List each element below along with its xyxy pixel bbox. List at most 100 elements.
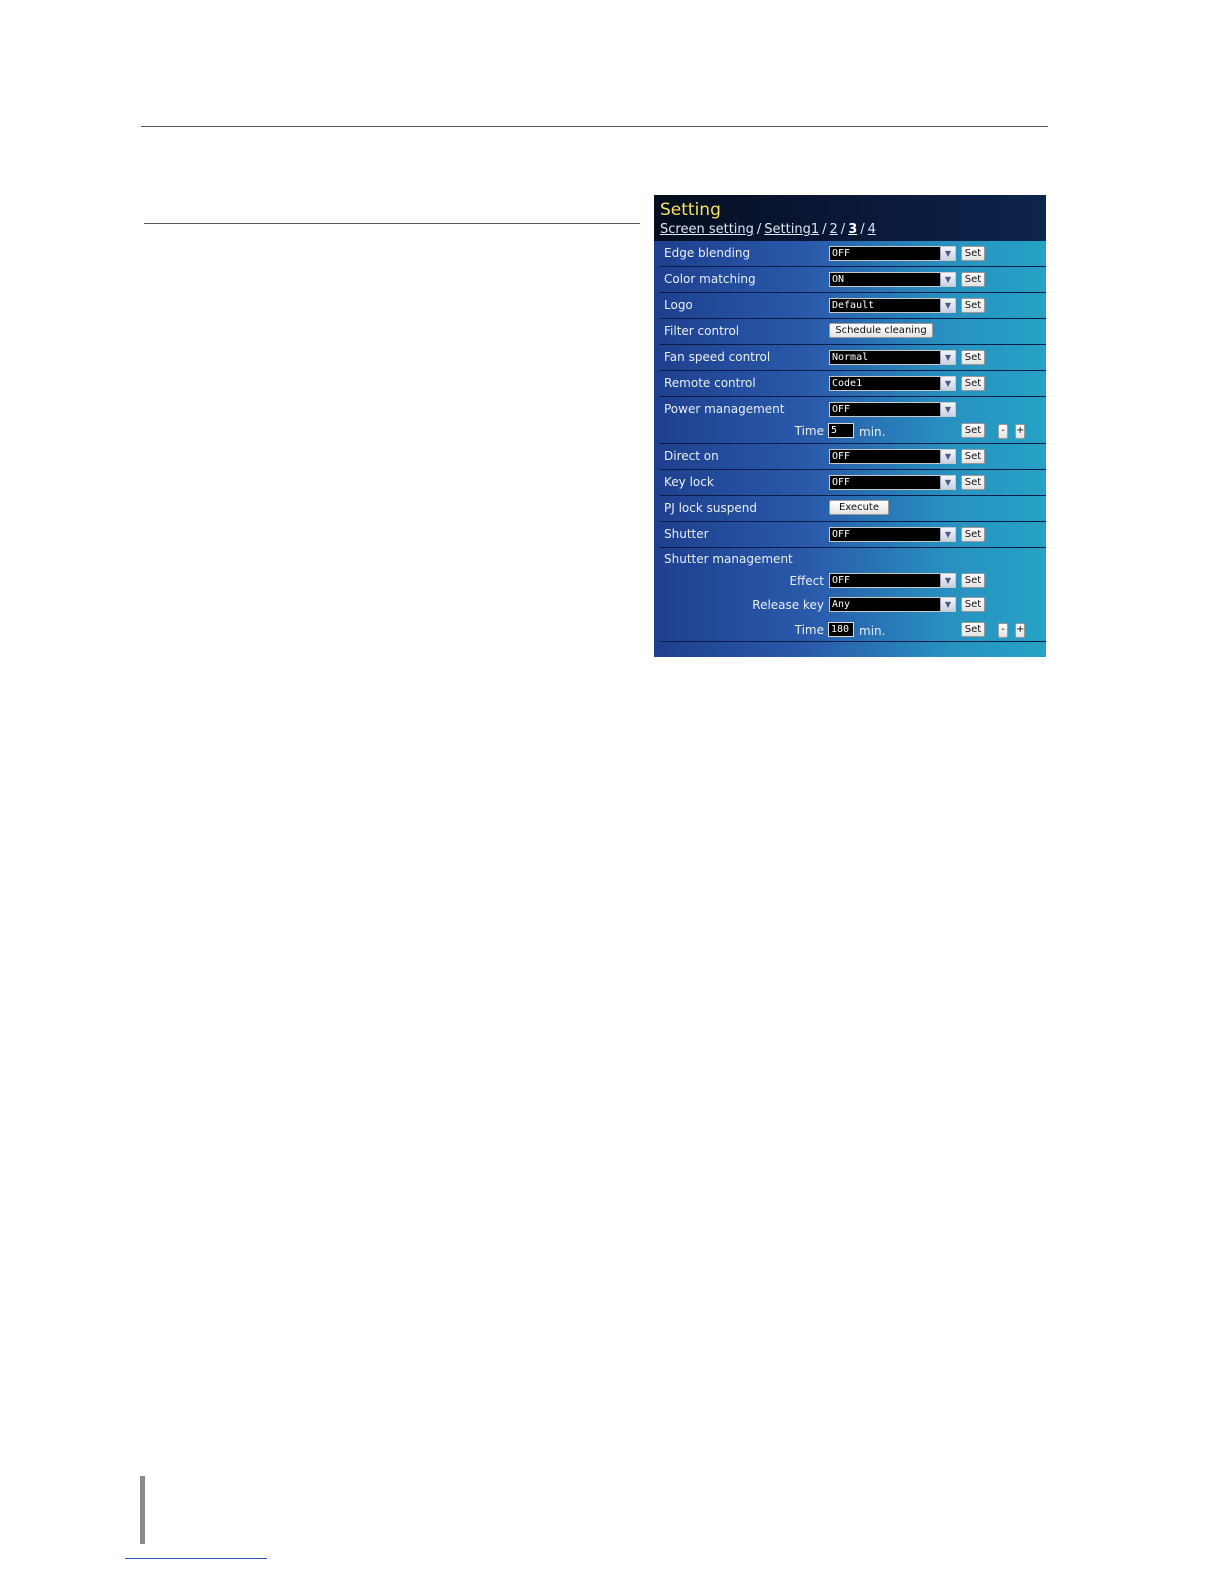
key-lock-label: Key lock bbox=[664, 475, 714, 489]
row-key-lock: Key lock OFF ▼ Set bbox=[660, 470, 1046, 496]
row-color-matching: Color matching ON ▼ Set bbox=[660, 267, 1046, 293]
shutter-effect-select[interactable]: OFF ▼ bbox=[829, 573, 956, 588]
breadcrumb: Screen setting / Setting1/2/3/4 bbox=[660, 222, 876, 237]
power-management-select[interactable]: OFF ▼ bbox=[829, 402, 956, 417]
key-lock-select[interactable]: OFF ▼ bbox=[829, 475, 956, 490]
pj-lock-suspend-label: PJ lock suspend bbox=[664, 501, 757, 515]
shutter-time-increment-button[interactable]: + bbox=[1015, 623, 1025, 638]
power-time-input[interactable]: 5 bbox=[828, 423, 854, 438]
page-marker-bar bbox=[140, 1476, 145, 1544]
release-key-select[interactable]: Any ▼ bbox=[829, 597, 956, 612]
row-power-management: Power management OFF ▼ Time 5 min. Set -… bbox=[660, 397, 1046, 444]
power-time-decrement-button[interactable]: - bbox=[998, 424, 1008, 439]
execute-button[interactable]: Execute bbox=[829, 500, 889, 515]
panel-title: Setting bbox=[660, 200, 721, 220]
key-lock-set-button[interactable]: Set bbox=[961, 475, 985, 490]
shutter-effect-value: OFF bbox=[832, 575, 851, 586]
shutter-label: Shutter bbox=[664, 527, 709, 541]
shutter-time-unit: min. bbox=[859, 624, 886, 638]
row-filter-control: Filter control Schedule cleaning bbox=[660, 319, 1046, 345]
section-rule bbox=[144, 223, 640, 224]
chevron-down-icon: ▼ bbox=[940, 476, 955, 489]
row-logo: Logo Default ▼ Set bbox=[660, 293, 1046, 319]
row-direct-on: Direct on OFF ▼ Set bbox=[660, 444, 1046, 470]
power-time-label: Time bbox=[794, 424, 824, 438]
shutter-time-decrement-button[interactable]: - bbox=[998, 623, 1008, 638]
chevron-down-icon: ▼ bbox=[940, 351, 955, 364]
filter-control-label: Filter control bbox=[664, 324, 740, 338]
power-management-set-button[interactable]: Set bbox=[961, 423, 985, 438]
row-edge-blending: Edge blending OFF ▼ Set bbox=[660, 241, 1046, 267]
remote-control-set-button[interactable]: Set bbox=[961, 376, 985, 391]
fan-speed-set-button[interactable]: Set bbox=[961, 350, 985, 365]
remote-control-label: Remote control bbox=[664, 376, 756, 390]
row-fan-speed-control: Fan speed control Normal ▼ Set bbox=[660, 345, 1046, 371]
shutter-time-input[interactable]: 180 bbox=[828, 622, 854, 637]
fan-speed-control-label: Fan speed control bbox=[664, 350, 771, 364]
schedule-cleaning-button[interactable]: Schedule cleaning bbox=[829, 323, 933, 338]
color-matching-set-button[interactable]: Set bbox=[961, 272, 985, 287]
color-matching-label: Color matching bbox=[664, 272, 756, 286]
breadcrumb-separator: / bbox=[860, 222, 865, 237]
logo-label: Logo bbox=[664, 298, 693, 312]
breadcrumb-setting1[interactable]: Setting1 bbox=[764, 222, 819, 237]
breadcrumb-page-3[interactable]: 3 bbox=[848, 222, 857, 237]
row-pj-lock-suspend: PJ lock suspend Execute bbox=[660, 496, 1046, 522]
setting-panel: Setting Screen setting / Setting1/2/3/4 Ed… bbox=[654, 195, 1046, 657]
panel-header: Setting Screen setting / Setting1/2/3/4 bbox=[654, 195, 1046, 241]
edge-blending-label: Edge blending bbox=[664, 246, 751, 260]
chevron-down-icon: ▼ bbox=[940, 299, 955, 312]
breadcrumb-separator: / bbox=[840, 222, 846, 237]
logo-value: Default bbox=[832, 300, 875, 311]
shutter-set-button[interactable]: Set bbox=[961, 527, 985, 542]
fan-speed-value: Normal bbox=[832, 352, 869, 363]
chevron-down-icon: ▼ bbox=[940, 450, 955, 463]
breadcrumb-page-4[interactable]: 4 bbox=[868, 222, 876, 237]
shutter-time-set-button[interactable]: Set bbox=[961, 622, 985, 637]
breadcrumb-separator: / bbox=[822, 222, 827, 237]
direct-on-select[interactable]: OFF ▼ bbox=[829, 449, 956, 464]
color-matching-value: ON bbox=[832, 274, 845, 285]
header-rule bbox=[141, 126, 1048, 127]
edge-blending-set-button[interactable]: Set bbox=[961, 246, 985, 261]
release-key-label: Release key bbox=[752, 598, 824, 612]
shutter-select[interactable]: OFF ▼ bbox=[829, 527, 956, 542]
breadcrumb-separator: / bbox=[756, 222, 762, 237]
shutter-value: OFF bbox=[832, 529, 851, 540]
breadcrumb-screen-setting[interactable]: Screen setting bbox=[660, 222, 754, 237]
shutter-management-label: Shutter management bbox=[664, 552, 793, 566]
footer-link-underline bbox=[125, 1558, 267, 1559]
power-time-unit: min. bbox=[859, 425, 886, 439]
remote-control-select[interactable]: Code1 ▼ bbox=[829, 376, 956, 391]
key-lock-value: OFF bbox=[832, 477, 851, 488]
direct-on-set-button[interactable]: Set bbox=[961, 449, 985, 464]
logo-select[interactable]: Default ▼ bbox=[829, 298, 956, 313]
shutter-effect-label: Effect bbox=[789, 574, 824, 588]
chevron-down-icon: ▼ bbox=[940, 528, 955, 541]
release-key-value: Any bbox=[832, 599, 851, 610]
color-matching-select[interactable]: ON ▼ bbox=[829, 272, 956, 287]
shutter-effect-set-button[interactable]: Set bbox=[961, 573, 985, 588]
direct-on-label: Direct on bbox=[664, 449, 719, 463]
power-time-increment-button[interactable]: + bbox=[1015, 424, 1025, 439]
row-shutter-management: Shutter management Effect OFF ▼ Set Rele… bbox=[660, 548, 1046, 642]
logo-set-button[interactable]: Set bbox=[961, 298, 985, 313]
breadcrumb-page-2[interactable]: 2 bbox=[830, 222, 838, 237]
row-shutter: Shutter OFF ▼ Set bbox=[660, 522, 1046, 548]
power-management-value: OFF bbox=[832, 404, 851, 415]
edge-blending-select[interactable]: OFF ▼ bbox=[829, 246, 956, 261]
chevron-down-icon: ▼ bbox=[940, 403, 955, 416]
power-management-label: Power management bbox=[664, 402, 785, 416]
fan-speed-select[interactable]: Normal ▼ bbox=[829, 350, 956, 365]
remote-control-value: Code1 bbox=[832, 378, 863, 389]
release-key-set-button[interactable]: Set bbox=[961, 597, 985, 612]
chevron-down-icon: ▼ bbox=[940, 247, 955, 260]
edge-blending-value: OFF bbox=[832, 248, 851, 259]
chevron-down-icon: ▼ bbox=[940, 574, 955, 587]
shutter-time-label: Time bbox=[794, 623, 824, 637]
chevron-down-icon: ▼ bbox=[940, 377, 955, 390]
row-remote-control: Remote control Code1 ▼ Set bbox=[660, 371, 1046, 397]
direct-on-value: OFF bbox=[832, 451, 851, 462]
chevron-down-icon: ▼ bbox=[940, 273, 955, 286]
chevron-down-icon: ▼ bbox=[940, 598, 955, 611]
